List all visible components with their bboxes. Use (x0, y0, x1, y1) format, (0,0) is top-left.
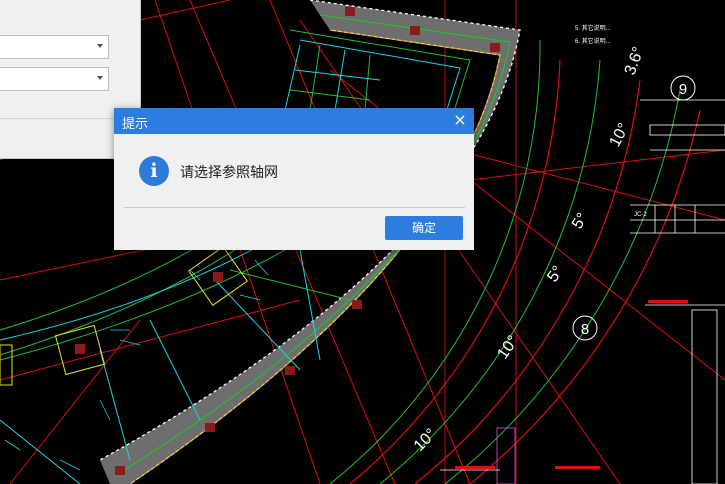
dialog-title: 提示 (122, 117, 149, 132)
svg-text:8: 8 (581, 321, 589, 338)
dialog-divider (124, 207, 465, 208)
svg-text:6. 其它说明...: 6. 其它说明... (575, 37, 611, 45)
svg-text:5. 其它说明...: 5. 其它说明... (575, 24, 611, 32)
dialog-message: 请选择参照轴网 (180, 165, 278, 181)
info-icon: i (139, 156, 169, 186)
footing-table: JC-2 (634, 212, 647, 218)
chevron-down-icon (97, 76, 103, 80)
dialog-titlebar[interactable]: 提示 × (114, 108, 474, 134)
chevron-down-icon (97, 44, 103, 48)
svg-text:JC-2: JC-2 (634, 212, 647, 218)
panel-dropdown-2[interactable] (0, 67, 109, 91)
svg-text:9: 9 (679, 81, 687, 98)
ok-button[interactable]: 确定 (385, 216, 463, 240)
prompt-dialog: 提示 × i 请选择参照轴网 确定 (114, 108, 474, 250)
close-icon[interactable]: × (451, 111, 469, 129)
panel-dropdown-1[interactable] (0, 35, 109, 59)
